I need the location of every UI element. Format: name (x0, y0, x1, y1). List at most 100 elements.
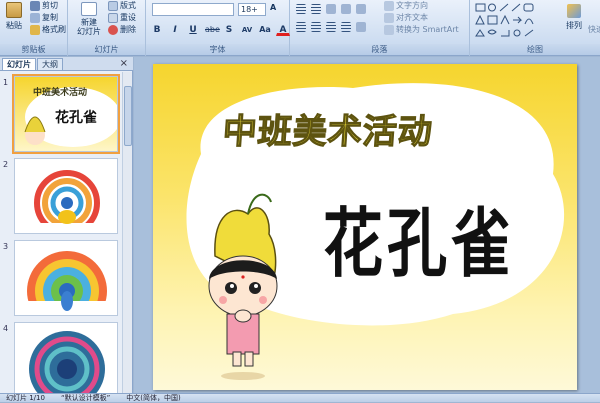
slide-thumbnail-1[interactable]: 中班美术活动 花孔雀 (12, 74, 120, 154)
shapes-gallery[interactable] (474, 2, 554, 42)
underline-button[interactable]: U (186, 22, 200, 36)
align-text-button[interactable]: 对齐文本 (384, 12, 428, 23)
justify-icon[interactable] (341, 22, 351, 32)
text-direction-label: 文字方向 (396, 1, 428, 10)
delete-slide-button[interactable]: 删除 (108, 24, 136, 35)
quick-styles-label: 快速 (588, 25, 600, 34)
new-slide-icon (81, 2, 97, 16)
line-spacing-icon[interactable] (356, 4, 366, 14)
slide-thumbnail-3[interactable] (14, 240, 118, 316)
language-indicator[interactable]: 中文(简体，中国) (126, 394, 180, 402)
copy-icon (30, 12, 40, 23)
delete-icon (108, 24, 118, 35)
smartart-button[interactable]: 转换为 SmartArt (384, 24, 459, 35)
quick-styles-button[interactable]: 快速 (588, 24, 600, 35)
bold-button[interactable]: B (150, 22, 164, 36)
slide-canvas[interactable]: 中班美术活动 花孔雀 (153, 64, 577, 390)
slide-main-text[interactable]: 花孔雀 (323, 183, 515, 292)
paragraph-group: 文字方向 对齐文本 转换为 SmartArt 段落 (290, 0, 470, 56)
bullets-icon[interactable] (296, 4, 306, 14)
copy-button[interactable]: 复制 (30, 12, 58, 23)
layout-button[interactable]: 版式 (108, 0, 136, 11)
arrange-icon (567, 4, 581, 18)
thumbnail-row[interactable]: 4 (0, 318, 122, 393)
char-spacing-button[interactable]: AV (240, 22, 254, 36)
font-size-combo[interactable]: 18+ (238, 3, 266, 16)
reset-icon (108, 12, 118, 23)
thumbnail-row[interactable]: 2 (0, 154, 122, 236)
layout-icon (108, 0, 118, 11)
grow-font-icon: A (270, 3, 277, 12)
format-painter-button[interactable]: 格式刷 (30, 24, 66, 35)
shadow-button[interactable]: S (222, 22, 236, 36)
paste-label: 粘贴 (6, 21, 22, 30)
font-format-row: B I U abe S AV Aa A (150, 22, 290, 36)
peacock-image-2 (27, 170, 107, 233)
scrollbar-thumb[interactable] (124, 86, 132, 146)
arrange-label: 排列 (566, 21, 582, 30)
slide-title[interactable]: 中班美术活动 (221, 104, 435, 153)
slides-panel: 幻灯片 大纲 × 1 中班美术活动 花孔雀 2 3 4 (0, 57, 133, 393)
numbering-icon[interactable] (311, 4, 321, 14)
font-group-label: 字体 (146, 44, 289, 55)
list-buttons (296, 4, 366, 14)
reset-label: 重设 (120, 13, 136, 22)
copy-label: 复制 (42, 13, 58, 22)
new-slide-button[interactable]: 新建 幻灯片 (76, 2, 102, 36)
thumbnail-row[interactable]: 3 (0, 236, 122, 318)
paste-icon (6, 2, 22, 18)
layout-label: 版式 (120, 1, 136, 10)
paste-button[interactable]: 粘贴 (4, 2, 24, 31)
format-painter-icon (30, 24, 40, 35)
grow-font-button[interactable]: A (270, 3, 276, 12)
font-name-combo[interactable] (152, 3, 234, 16)
clipboard-group: 粘贴 剪切 复制 格式刷 剪贴板 (0, 0, 68, 56)
columns-icon[interactable] (356, 22, 366, 32)
italic-button[interactable]: I (168, 22, 182, 36)
paragraph-group-label: 段落 (290, 44, 469, 55)
decrease-indent-icon[interactable] (326, 4, 336, 14)
slides-group-label: 幻灯片 (68, 44, 145, 55)
ribbon: 粘贴 剪切 复制 格式刷 剪贴板 新建 幻灯片 版式 重设 删除 幻灯片 18+… (0, 0, 600, 56)
align-text-icon (384, 12, 394, 23)
text-direction-button[interactable]: 文字方向 (384, 0, 428, 11)
slide-thumbnail-2[interactable] (14, 158, 118, 234)
cut-button[interactable]: 剪切 (30, 0, 58, 11)
slide-counter: 幻灯片 1/10 (6, 394, 45, 402)
slide-thumbnail-4[interactable] (14, 322, 118, 393)
reset-button[interactable]: 重设 (108, 12, 136, 23)
increase-indent-icon[interactable] (341, 4, 351, 14)
scissors-icon (30, 0, 40, 11)
format-painter-label: 格式刷 (42, 25, 66, 34)
close-icon[interactable]: × (120, 58, 128, 69)
align-center-icon[interactable] (311, 22, 321, 32)
tab-slides[interactable]: 幻灯片 (2, 58, 36, 70)
panel-tabs: 幻灯片 大纲 (0, 57, 133, 71)
smartart-icon (384, 24, 394, 35)
slide-editing-area: 中班美术活动 花孔雀 (134, 57, 600, 393)
align-right-icon[interactable] (326, 22, 336, 32)
thumbnail-list: 1 中班美术活动 花孔雀 2 3 4 (0, 72, 122, 393)
peacock-image-4 (29, 331, 105, 393)
thumbnail-scrollbar[interactable] (122, 72, 132, 393)
thumbnail-number: 1 (3, 78, 9, 87)
font-color-button[interactable]: A (276, 22, 290, 36)
status-bar: 幻灯片 1/10 “默认设计模板” 中文(简体，中国) (0, 393, 600, 402)
smartart-label: 转换为 SmartArt (396, 25, 459, 34)
peacock-image-3 (15, 251, 117, 315)
strikethrough-button[interactable]: abe (204, 22, 220, 36)
drawing-group-label: 绘图 (470, 44, 600, 55)
delete-label: 删除 (120, 25, 136, 34)
slides-group: 新建 幻灯片 版式 重设 删除 幻灯片 (68, 0, 146, 56)
thumbnail-number: 3 (3, 242, 9, 251)
arrange-button[interactable]: 排列 (566, 4, 582, 31)
drawing-group: 排列 快速 绘图 (470, 0, 600, 56)
thumbnail-number: 2 (3, 160, 9, 169)
font-group: 18+ A B I U abe S AV Aa A 字体 (146, 0, 290, 56)
text-direction-icon (384, 0, 394, 11)
thumbnail-row[interactable]: 1 中班美术活动 花孔雀 (0, 72, 122, 154)
align-left-icon[interactable] (296, 22, 306, 32)
change-case-button[interactable]: Aa (258, 22, 272, 36)
tab-outline[interactable]: 大纲 (37, 58, 63, 70)
clipboard-group-label: 剪贴板 (0, 44, 67, 55)
